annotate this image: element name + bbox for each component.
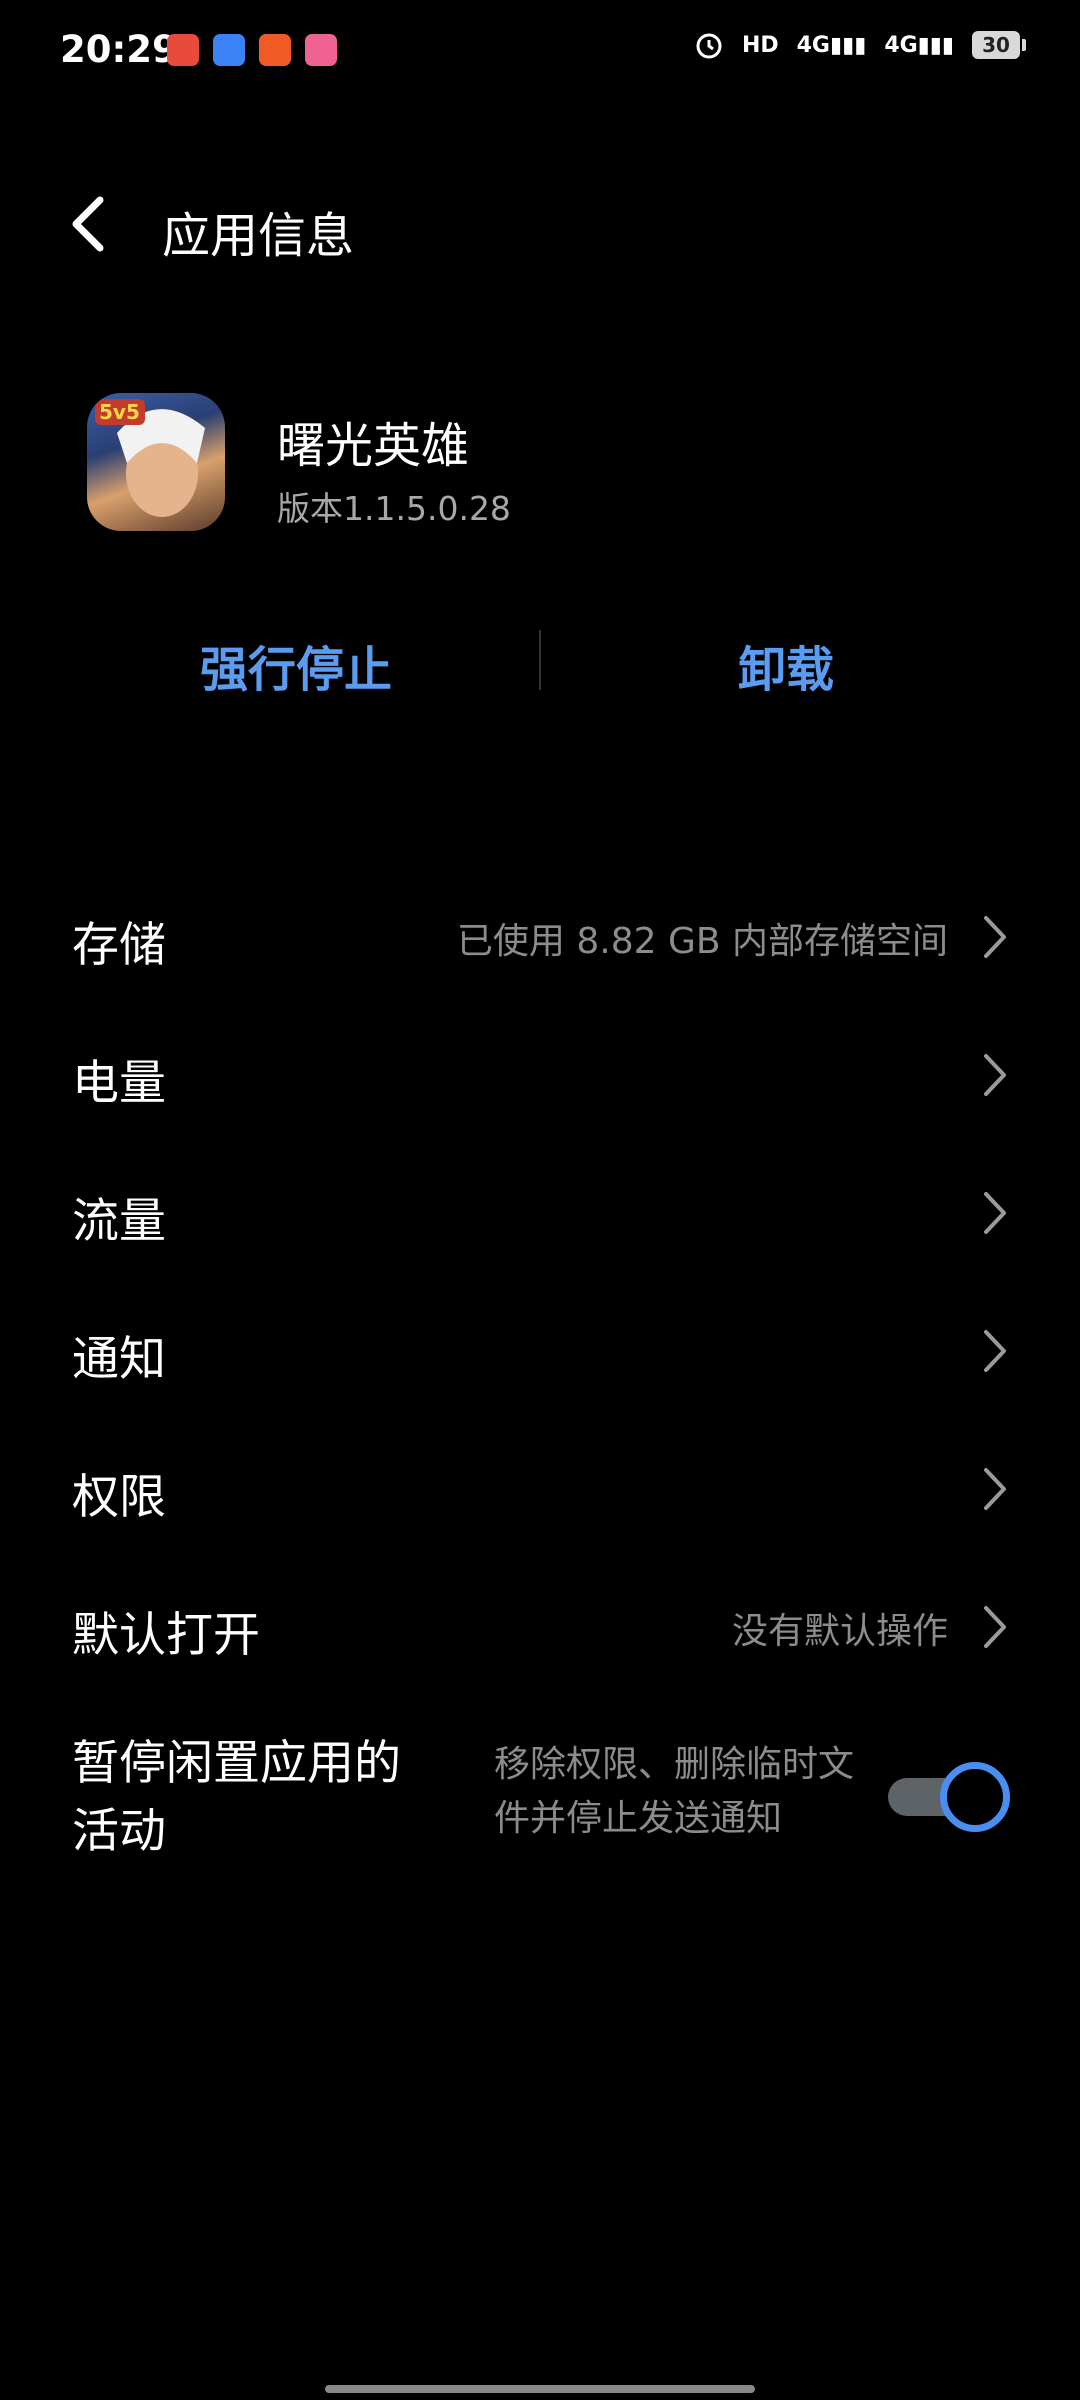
- default-open-value: 没有默认操作: [731, 1611, 948, 1652]
- default-open-label: 默认打开: [72, 1608, 260, 1663]
- permissions-label: 权限: [72, 1470, 166, 1525]
- signal-4g-icon: 4G▮▮▮: [884, 32, 954, 58]
- pause-idle-row[interactable]: 暂停闲置应用的活动 移除权限、删除临时文件并停止发送通知: [0, 1730, 1080, 1880]
- battery-row[interactable]: 电量: [0, 1008, 1080, 1146]
- chevron-right-icon: [984, 1606, 1006, 1648]
- storage-row[interactable]: 存储 已使用 8.82 GB 内部存储空间: [0, 870, 1080, 1008]
- home-indicator[interactable]: [325, 2385, 755, 2393]
- action-divider: [539, 630, 541, 690]
- app-notif-3-icon: [259, 34, 291, 66]
- data-usage-label: 流量: [72, 1194, 166, 1249]
- svg-text:5v5: 5v5: [99, 400, 140, 424]
- permissions-row[interactable]: 权限: [0, 1422, 1080, 1560]
- notifications-label: 通知: [72, 1332, 166, 1387]
- app-notif-1-icon: [167, 34, 199, 66]
- app-version: 版本1.1.5.0.28: [277, 489, 511, 528]
- app-actions: 强行停止 卸载: [0, 620, 1080, 704]
- status-bar: 20:29 HD 4G▮▮▮ 4G▮▮▮ 30: [0, 0, 1080, 100]
- notification-icons: [167, 34, 337, 66]
- app-name: 曙光英雄: [277, 418, 470, 474]
- chevron-right-icon: [984, 1330, 1006, 1372]
- status-time: 20:29: [60, 28, 178, 71]
- system-status-icons: HD 4G▮▮▮ 4G▮▮▮ 30: [694, 30, 1026, 60]
- hd-icon: HD: [741, 32, 779, 58]
- app-bar: 应用信息: [0, 170, 1080, 280]
- uninstall-button[interactable]: 卸载: [738, 630, 834, 700]
- default-open-row[interactable]: 默认打开 没有默认操作: [0, 1560, 1080, 1698]
- notifications-row[interactable]: 通知: [0, 1284, 1080, 1422]
- app-notif-4-icon: [305, 34, 337, 66]
- back-arrow-icon[interactable]: [66, 192, 114, 256]
- chevron-right-icon: [984, 1192, 1006, 1234]
- force-stop-button[interactable]: 强行停止: [200, 630, 392, 700]
- pause-idle-description: 移除权限、删除临时文件并停止发送通知: [494, 1744, 855, 1839]
- storage-value: 已使用 8.82 GB 内部存储空间: [456, 921, 948, 962]
- pause-idle-toggle[interactable]: [888, 1758, 1010, 1832]
- app-notif-2-icon: [213, 34, 245, 66]
- storage-label: 存储: [72, 918, 166, 973]
- chevron-right-icon: [984, 1054, 1006, 1096]
- alarm-icon: [696, 33, 722, 59]
- app-icon: 5v5: [87, 393, 225, 531]
- toggle-knob: [940, 1762, 1010, 1832]
- battery-icon: 30: [972, 31, 1026, 59]
- page-title: 应用信息: [162, 208, 355, 264]
- chevron-right-icon: [984, 916, 1006, 958]
- chevron-right-icon: [984, 1468, 1006, 1510]
- data-usage-row[interactable]: 流量: [0, 1146, 1080, 1284]
- signal-4g-icon: 4G▮▮▮: [796, 32, 867, 58]
- pause-idle-label: 暂停闲置应用的活动: [72, 1736, 401, 1859]
- battery-label: 电量: [72, 1056, 166, 1111]
